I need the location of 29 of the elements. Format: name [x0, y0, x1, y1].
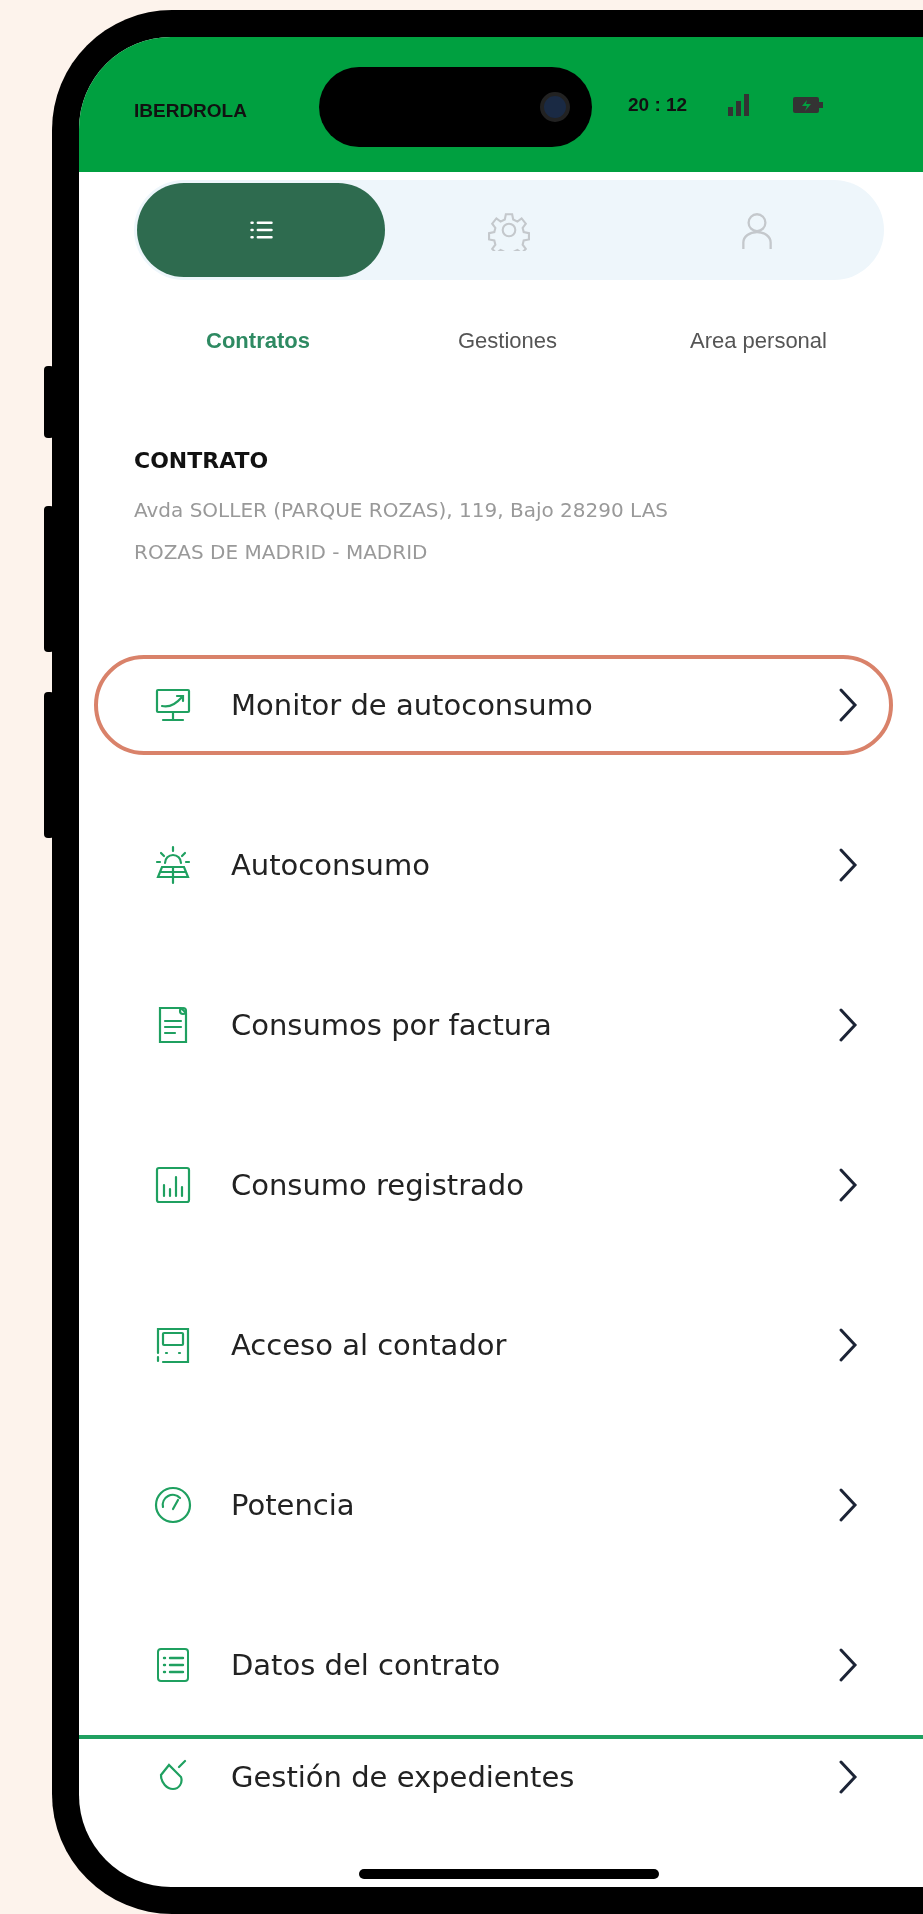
chevron-icon — [837, 847, 859, 883]
menu-item[interactable]: Consumo registrado — [94, 1135, 893, 1235]
menu-item[interactable]: Gestión de expedientes — [94, 1747, 893, 1807]
bar-chart-icon — [153, 1165, 193, 1205]
menu-item[interactable]: Monitor de autoconsumo — [94, 655, 893, 755]
solar-panel-icon — [153, 845, 193, 885]
menu-item[interactable]: Datos del contrato — [94, 1615, 893, 1715]
tab-label[interactable]: Gestiones — [382, 322, 633, 360]
chevron-icon — [837, 1759, 859, 1795]
section-heading: CONTRATO — [134, 448, 270, 473]
menu-item[interactable]: Autoconsumo — [94, 815, 893, 915]
chevron-icon — [837, 1487, 859, 1523]
carrier-name: IBERDROLA — [134, 99, 248, 122]
menu-item[interactable]: Consumos por factura — [94, 975, 893, 1075]
chevron-icon — [837, 687, 859, 723]
signal-icon — [727, 93, 752, 116]
battery-icon — [793, 95, 824, 114]
menu-item[interactable]: Potencia — [94, 1455, 893, 1555]
chevron-icon — [837, 1007, 859, 1043]
chevron-icon — [837, 1647, 859, 1683]
tab[interactable] — [137, 183, 385, 277]
menu-item[interactable]: Acceso al contador — [94, 1295, 893, 1395]
chevron-icon — [837, 1327, 859, 1363]
tab-label[interactable]: Contratos — [134, 322, 382, 360]
contract-address: Avda SOLLER (PARQUE ROZAS), 119, Bajo 28290 LAS ROZAS DE MADRID - MADRID — [134, 497, 669, 566]
tab-label[interactable]: Area personal — [633, 322, 884, 360]
chevron-icon — [837, 1167, 859, 1203]
clock: 20 : 12 — [628, 93, 688, 116]
gauge-icon — [153, 1485, 193, 1525]
